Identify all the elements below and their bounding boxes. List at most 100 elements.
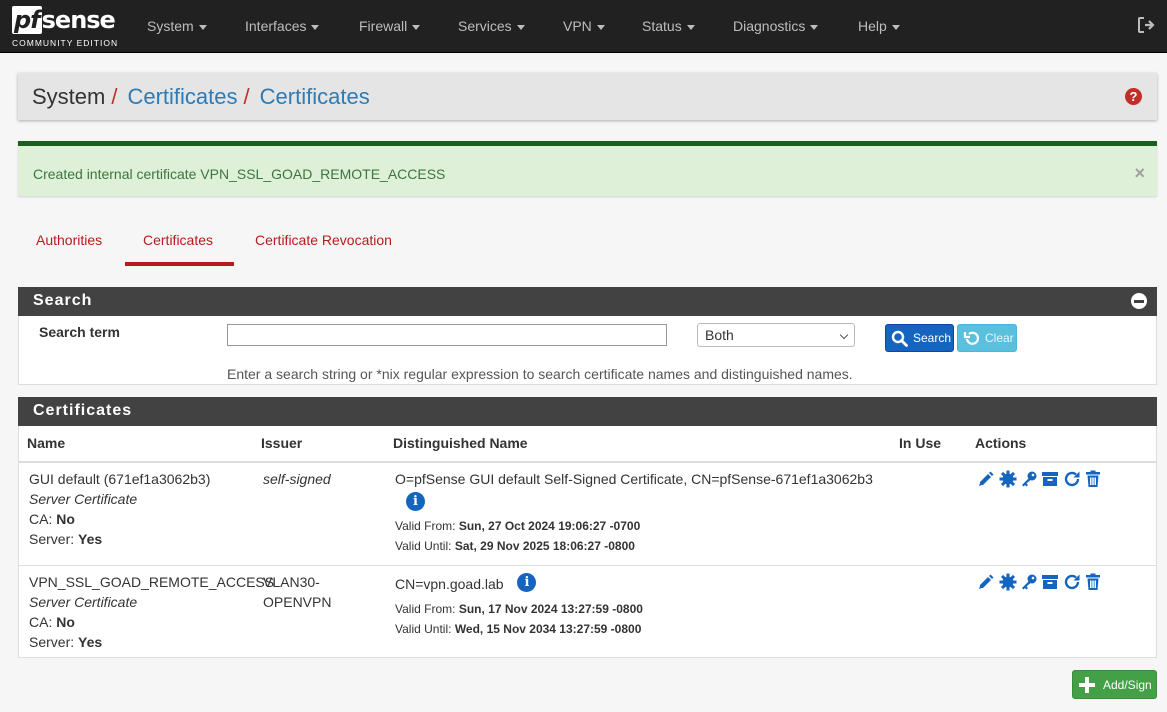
- search-scope-select[interactable]: Both: [697, 323, 855, 347]
- menu-label: Status: [642, 18, 682, 34]
- clear-button[interactable]: Clear: [957, 324, 1017, 352]
- ca-label: CA:: [29, 614, 53, 630]
- caret-down-icon: [311, 24, 320, 30]
- search-input[interactable]: [227, 324, 667, 346]
- tab-certificate-revocation[interactable]: Certificate Revocation: [255, 232, 392, 248]
- archive-icon[interactable]: [1041, 573, 1059, 591]
- logo-wordmark: pfsense: [12, 6, 116, 34]
- caret-down-icon: [596, 24, 605, 30]
- chevron-down-icon: [839, 330, 849, 340]
- cert-ca: CA: No: [29, 509, 210, 529]
- logo-edition: COMMUNITY EDITION: [12, 38, 119, 48]
- server-value: Yes: [78, 634, 103, 650]
- gear-icon[interactable]: [999, 573, 1017, 591]
- plus-icon: [1079, 677, 1095, 693]
- ca-value: No: [56, 614, 75, 630]
- logo-sense: sense: [41, 6, 116, 34]
- ca-value: No: [56, 511, 75, 527]
- caret-down-icon: [516, 24, 525, 30]
- valid-from-label: Valid From:: [395, 519, 456, 533]
- cert-name: VPN_SSL_GOAD_REMOTE_ACCESS: [29, 574, 275, 590]
- archive-icon[interactable]: [1041, 470, 1059, 488]
- ca-label: CA:: [29, 511, 53, 527]
- cert-issuer: VLAN30- OPENVPN: [263, 572, 331, 612]
- search-button[interactable]: Search: [885, 324, 954, 352]
- menu-system[interactable]: System: [147, 0, 207, 53]
- add-sign-label: Add/Sign: [1103, 678, 1152, 692]
- page-header: System / Certificates / Certificates ?: [18, 73, 1157, 120]
- cert-dn: O=pfSense GUI default Self-Signed Certif…: [395, 471, 873, 487]
- column-header-issuer[interactable]: Issuer: [261, 435, 302, 451]
- logo-pf: pf: [12, 6, 42, 34]
- renew-icon[interactable]: [1063, 470, 1081, 488]
- close-icon[interactable]: ×: [1134, 164, 1145, 182]
- caret-down-icon: [198, 24, 207, 30]
- valid-until: Valid Until: Wed, 15 Nov 2034 13:27:59 -…: [395, 619, 643, 639]
- issuer-line: VLAN30-: [263, 574, 320, 590]
- menu-vpn[interactable]: VPN: [563, 0, 605, 53]
- menu-firewall[interactable]: Firewall: [359, 0, 421, 53]
- tab-authorities[interactable]: Authorities: [36, 232, 102, 248]
- info-icon[interactable]: i: [406, 491, 425, 511]
- cert-name-cell: GUI default (671ef1a3062b3) Server Certi…: [29, 469, 210, 549]
- menu-label: Interfaces: [245, 18, 307, 34]
- menu-status[interactable]: Status: [642, 0, 695, 53]
- add-sign-button[interactable]: Add/Sign: [1072, 670, 1157, 699]
- info-icon[interactable]: i: [517, 572, 537, 592]
- help-icon[interactable]: ?: [1125, 88, 1142, 105]
- menu-label: Diagnostics: [733, 18, 806, 34]
- menu-diagnostics[interactable]: Diagnostics: [733, 0, 819, 53]
- server-value: Yes: [78, 531, 103, 547]
- key-icon[interactable]: [1020, 470, 1038, 488]
- search-button-label: Search: [913, 331, 952, 345]
- search-term-label: Search term: [39, 324, 120, 340]
- valid-until-label: Valid Until:: [395, 622, 452, 636]
- valid-until-label: Valid Until:: [395, 539, 452, 553]
- header-divider: [19, 461, 1156, 463]
- logout-icon[interactable]: [1137, 16, 1157, 34]
- menu-services[interactable]: Services: [458, 0, 525, 53]
- menu-label: VPN: [563, 18, 592, 34]
- cert-type: Server Certificate: [29, 491, 138, 507]
- gear-icon[interactable]: [999, 470, 1017, 488]
- key-icon[interactable]: [1020, 573, 1038, 591]
- certificates-panel-title: Certificates: [33, 402, 133, 419]
- breadcrumb-certificates[interactable]: Certificates: [127, 84, 237, 109]
- column-header-actions: Actions: [975, 435, 1027, 451]
- caret-down-icon: [891, 24, 900, 30]
- menu-label: Help: [858, 18, 887, 34]
- valid-from-value: Sun, 27 Oct 2024 19:06:27 -0700: [458, 519, 641, 533]
- cert-name: GUI default (671ef1a3062b3): [29, 471, 211, 487]
- search-help-text: Enter a search string or *nix regular ex…: [227, 366, 853, 382]
- menu-label: System: [147, 18, 194, 34]
- column-header-in-use[interactable]: In Use: [899, 435, 941, 451]
- breadcrumb-certificates-current[interactable]: Certificates: [260, 84, 370, 109]
- cert-dn: CN=vpn.goad.lab: [395, 576, 504, 592]
- issuer-line: OPENVPN: [263, 594, 332, 610]
- caret-down-icon: [686, 24, 695, 30]
- valid-from-value: Sun, 17 Nov 2024 13:27:59 -0800: [458, 602, 643, 616]
- pfsense-logo[interactable]: pfsense COMMUNITY EDITION: [12, 6, 120, 48]
- breadcrumb-separator: /: [243, 84, 250, 109]
- column-header-name[interactable]: Name: [27, 435, 65, 451]
- top-navbar: pfsense COMMUNITY EDITION System Interfa…: [0, 0, 1167, 53]
- renew-icon[interactable]: [1063, 573, 1081, 591]
- valid-until: Valid Until: Sat, 29 Nov 2025 18:06:27 -…: [395, 536, 873, 556]
- trash-icon[interactable]: [1084, 573, 1102, 591]
- menu-interfaces[interactable]: Interfaces: [245, 0, 320, 53]
- cert-server: Server: Yes: [29, 529, 210, 549]
- trash-icon[interactable]: [1084, 470, 1102, 488]
- valid-until-value: Sat, 29 Nov 2025 18:06:27 -0800: [454, 539, 635, 553]
- caret-down-icon: [810, 24, 819, 30]
- pencil-icon[interactable]: [977, 573, 995, 591]
- tab-certificates[interactable]: Certificates: [143, 232, 213, 248]
- column-header-distinguished-name[interactable]: Distinguished Name: [393, 435, 528, 451]
- collapse-icon[interactable]: [1131, 293, 1147, 309]
- certificates-table: Name Issuer Distinguished Name In Use Ac…: [18, 426, 1157, 658]
- caret-down-icon: [412, 24, 421, 30]
- pencil-icon[interactable]: [977, 470, 995, 488]
- menu-help[interactable]: Help: [858, 0, 900, 53]
- server-label: Server:: [29, 634, 75, 650]
- search-panel-heading: Search: [18, 287, 1157, 316]
- server-label: Server:: [29, 531, 75, 547]
